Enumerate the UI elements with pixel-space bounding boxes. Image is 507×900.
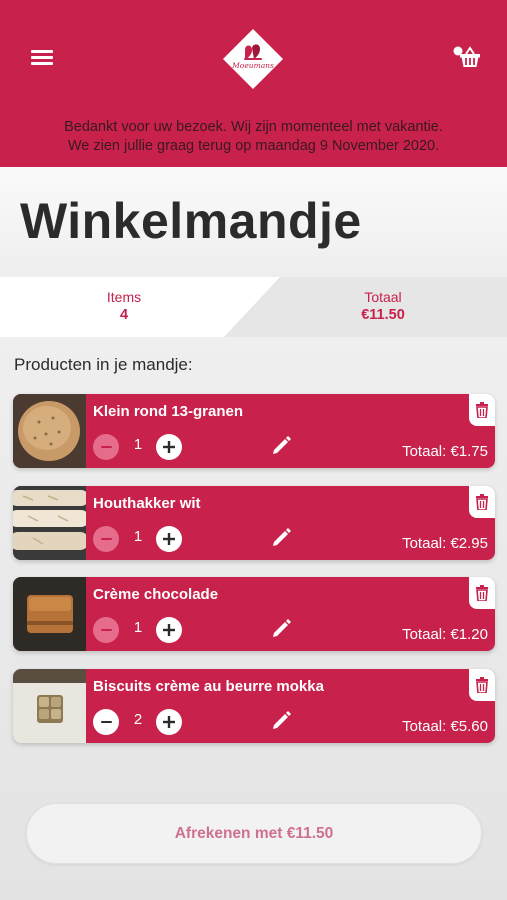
cart-item: Klein rond 13-granen 1 Totaal: €1.75 (13, 394, 495, 468)
logo-text: Moeumans (231, 61, 274, 70)
quantity-value: 1 (133, 528, 143, 545)
cart-item: Crème chocolade 1 Totaal: €1.20 (13, 577, 495, 651)
cart-total: Totaal €11.50 (303, 289, 463, 324)
decrease-quantity-button[interactable] (93, 526, 119, 552)
items-value: 4 (119, 307, 129, 323)
total-value: €11.50 (361, 307, 405, 323)
moeumans-logo[interactable]: Moeumans (222, 28, 284, 90)
quantity-value: 2 (133, 711, 143, 728)
pencil-icon[interactable] (271, 434, 293, 456)
items-label: Items (106, 289, 142, 305)
increase-quantity-button[interactable] (156, 434, 182, 460)
shopping-basket-icon[interactable] (452, 45, 482, 71)
product-image (13, 486, 89, 560)
product-name: Biscuits crème au beurre mokka (93, 678, 324, 695)
notice-line-1: Bedankt voor uw bezoek. Wij zijn momente… (64, 119, 443, 135)
decrease-quantity-button[interactable] (93, 434, 119, 460)
trash-icon[interactable] (469, 394, 495, 426)
product-image (13, 394, 86, 468)
pencil-icon[interactable] (271, 526, 293, 548)
item-total: Totaal: €5.60 (402, 718, 488, 735)
product-name: Crème chocolade (93, 586, 219, 603)
item-total: Totaal: €1.75 (402, 443, 488, 460)
item-total: Totaal: €1.20 (402, 626, 488, 643)
app-header: Moeumans Bedankt voor uw bezoek. Wij zij… (0, 0, 507, 167)
product-image (13, 577, 86, 651)
items-count: Items 4 (44, 289, 204, 324)
vacation-notice: Bedankt voor uw bezoek. Wij zijn momente… (20, 118, 487, 156)
increase-quantity-button[interactable] (156, 617, 182, 643)
trash-icon[interactable] (469, 577, 495, 609)
notice-line-2: We zien jullie graag terug op maandag 9 … (67, 138, 440, 154)
trash-icon[interactable] (469, 486, 495, 518)
quantity-value: 1 (133, 436, 143, 453)
cart-item: Houthakker wit 1 Totaal: €2.95 (13, 486, 495, 560)
decrease-quantity-button[interactable] (93, 617, 119, 643)
trash-icon[interactable] (469, 669, 495, 701)
product-image (13, 669, 86, 743)
checkout-button[interactable]: Afrekenen met €11.50 (26, 803, 482, 864)
product-name: Klein rond 13-granen (93, 403, 244, 420)
item-total: Totaal: €2.95 (402, 535, 488, 552)
increase-quantity-button[interactable] (156, 526, 182, 552)
decrease-quantity-button[interactable] (93, 709, 119, 735)
quantity-value: 1 (133, 619, 143, 636)
section-label: Producten in je mandje: (14, 355, 193, 374)
pencil-icon[interactable] (271, 617, 293, 639)
pencil-icon[interactable] (271, 709, 293, 731)
increase-quantity-button[interactable] (156, 709, 182, 735)
cart-summary: Items 4 Totaal €11.50 (0, 277, 507, 337)
total-label: Totaal (364, 289, 402, 305)
page-title: Winkelmandje (20, 193, 362, 249)
cart-item: Biscuits crème au beurre mokka 2 Totaal:… (13, 669, 495, 743)
product-name: Houthakker wit (93, 495, 201, 512)
hamburger-menu-icon[interactable] (31, 50, 53, 65)
